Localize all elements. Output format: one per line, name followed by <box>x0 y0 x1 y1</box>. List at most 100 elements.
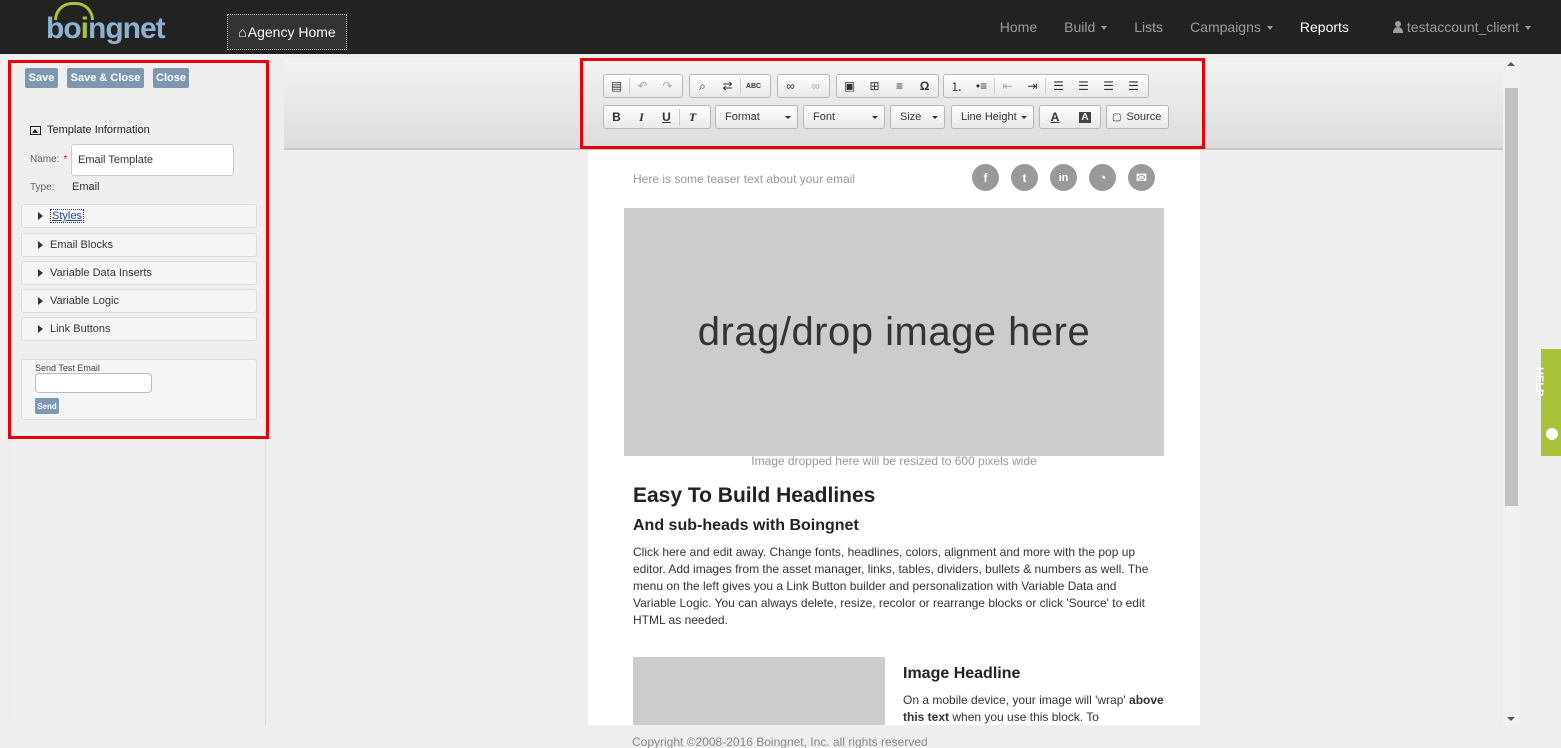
scroll-up-icon[interactable] <box>1507 62 1515 66</box>
paste-icon[interactable]: ▤ <box>604 75 629 97</box>
name-label: Name: * <box>30 154 68 165</box>
line-height-dropdown[interactable]: Line Height <box>951 105 1034 129</box>
bold-button[interactable]: B <box>604 106 629 128</box>
caret-down-icon <box>1525 26 1531 31</box>
template-info-heading: Template Information <box>30 124 150 136</box>
required-mark: * <box>63 154 68 165</box>
template-name-input[interactable]: Email Template <box>71 144 234 176</box>
unlink-icon[interactable]: ∞ <box>803 75 828 97</box>
numbered-list-icon[interactable]: ⒈ <box>944 75 969 97</box>
toolbar-group-search: ⌕ ⇄ ABC <box>689 74 771 98</box>
source-button[interactable]: ▢ Source <box>1106 105 1169 129</box>
copyright-footer: Copyright ©2008-2016 Boingnet, Inc. all … <box>632 735 928 748</box>
accordion-variable-data-inserts[interactable]: Variable Data Inserts <box>21 261 257 285</box>
image-insert-icon[interactable]: ▣ <box>837 75 862 97</box>
dropdown-arrow-icon <box>785 116 791 119</box>
email-icon[interactable]: ✉ <box>1128 164 1155 191</box>
help-label: HELP <box>1533 367 1545 397</box>
underline-button[interactable]: U <box>654 106 679 128</box>
email-body-text[interactable]: Click here and edit away. Change fonts, … <box>633 544 1158 629</box>
dropdown-arrow-icon <box>1021 116 1027 119</box>
background-color-button[interactable]: A <box>1070 106 1100 128</box>
template-sidebar: Save Save & Close Close Template Informa… <box>14 58 266 725</box>
align-right-icon[interactable]: ☰ <box>1096 75 1121 97</box>
nav-reports[interactable]: Reports <box>1300 19 1349 35</box>
size-dropdown[interactable]: Size <box>890 105 945 129</box>
image-dropzone[interactable]: drag/drop image here <box>624 208 1164 456</box>
save-button[interactable]: Save <box>25 68 58 88</box>
special-char-icon[interactable]: Ω <box>912 75 937 97</box>
image-icon <box>30 125 41 135</box>
send-test-email-input[interactable] <box>35 373 152 393</box>
font-dropdown[interactable]: Font <box>803 105 885 129</box>
find-icon[interactable]: ⌕ <box>690 75 715 97</box>
italic-button[interactable]: I <box>629 106 654 128</box>
top-navbar: boingnet ⌂ Agency Home Home Build Lists … <box>0 0 1561 54</box>
remove-format-icon[interactable]: T <box>680 106 705 128</box>
dropdown-arrow-icon <box>872 116 878 119</box>
caret-right-icon <box>38 325 43 333</box>
nav-campaigns[interactable]: Campaigns <box>1190 19 1273 35</box>
undo-icon[interactable]: ↶ <box>630 75 655 97</box>
link-icon[interactable]: ∞ <box>778 75 803 97</box>
linkedin-icon[interactable]: in <box>1050 164 1077 191</box>
type-value: Email <box>72 181 100 193</box>
accordion-styles[interactable]: Styles <box>21 204 257 228</box>
toolbar-group-colors: A A <box>1039 105 1101 129</box>
help-tab[interactable]: HELP <box>1533 349 1561 456</box>
toolbar-group-links: ∞ ∞ <box>777 74 830 98</box>
help-icon <box>1546 428 1558 440</box>
toolbar-group-basic-styles: B I U T <box>603 105 711 129</box>
facebook-icon[interactable]: f <box>972 164 999 191</box>
caret-right-icon <box>38 241 43 249</box>
accordion-link-buttons[interactable]: Link Buttons <box>21 317 257 341</box>
scroll-thumb[interactable] <box>1505 88 1518 506</box>
agency-home-button[interactable]: ⌂ Agency Home <box>227 14 347 50</box>
vertical-scrollbar[interactable] <box>1503 58 1520 725</box>
toolbar-group-paragraph: ⒈ •≡ ⇤ ⇥ ☰ ☰ ☰ ☰ <box>943 74 1149 98</box>
horizontal-rule-icon[interactable]: ≡ <box>887 75 912 97</box>
justify-icon[interactable]: ☰ <box>1121 75 1146 97</box>
email-subhead[interactable]: And sub-heads with Boingnet <box>633 517 859 535</box>
source-icon: ▢ <box>1112 111 1122 123</box>
outdent-icon[interactable]: ⇤ <box>995 75 1020 97</box>
indent-icon[interactable]: ⇥ <box>1020 75 1045 97</box>
boingnet-logo[interactable]: boingnet <box>42 2 172 50</box>
scroll-down-icon[interactable] <box>1507 717 1515 721</box>
teaser-text[interactable]: Here is some teaser text about your emai… <box>633 172 855 186</box>
toolbar-group-insert: ▣ ⊞ ≡ Ω <box>836 74 939 98</box>
send-test-button[interactable]: Send <box>35 398 59 414</box>
bulleted-list-icon[interactable]: •≡ <box>969 75 994 97</box>
tumblr-icon[interactable]: t <box>1011 164 1038 191</box>
close-button[interactable]: Close <box>153 68 189 88</box>
user-icon <box>1392 21 1403 33</box>
spellcheck-icon[interactable]: ABC <box>741 75 766 97</box>
image-side-text[interactable]: On a mobile device, your image will 'wra… <box>903 692 1165 725</box>
caret-down-icon <box>1266 26 1273 31</box>
editor-area: ▤ ↶ ↷ ⌕ ⇄ ABC ∞ ∞ ▣ ⊞ ≡ Ω ⒈ •≡ ⇤ ⇥ ☰ ☰ ☰… <box>284 58 1503 725</box>
nav-build[interactable]: Build <box>1064 19 1108 35</box>
align-left-icon[interactable]: ☰ <box>1046 75 1071 97</box>
nav-links: Home Build Lists Campaigns Reports testa… <box>973 0 1531 54</box>
nav-home[interactable]: Home <box>1000 19 1037 35</box>
accordion-variable-logic[interactable]: Variable Logic <box>21 289 257 313</box>
user-menu[interactable]: testaccount_client <box>1392 19 1531 35</box>
image-headline[interactable]: Image Headline <box>903 665 1020 683</box>
align-center-icon[interactable]: ☰ <box>1071 75 1096 97</box>
image-placeholder[interactable] <box>633 657 885 725</box>
nav-lists[interactable]: Lists <box>1134 19 1163 35</box>
toolbar-group-clipboard: ▤ ↶ ↷ <box>603 74 683 98</box>
home-icon: ⌂ <box>238 24 247 40</box>
format-dropdown[interactable]: Format <box>715 105 798 129</box>
replace-icon[interactable]: ⇄ <box>715 75 740 97</box>
redo-icon[interactable]: ↷ <box>655 75 680 97</box>
save-close-button[interactable]: Save & Close <box>67 68 144 88</box>
send-test-panel: Send Test Email Send <box>21 359 257 420</box>
accordion-email-blocks[interactable]: Email Blocks <box>21 233 257 257</box>
table-icon[interactable]: ⊞ <box>862 75 887 97</box>
type-label: Type: <box>30 182 55 193</box>
text-color-button[interactable]: A <box>1040 106 1070 128</box>
rss-icon[interactable]: ◔ <box>1089 164 1116 191</box>
email-headline[interactable]: Easy To Build Headlines <box>633 484 875 508</box>
caret-right-icon <box>38 297 43 305</box>
